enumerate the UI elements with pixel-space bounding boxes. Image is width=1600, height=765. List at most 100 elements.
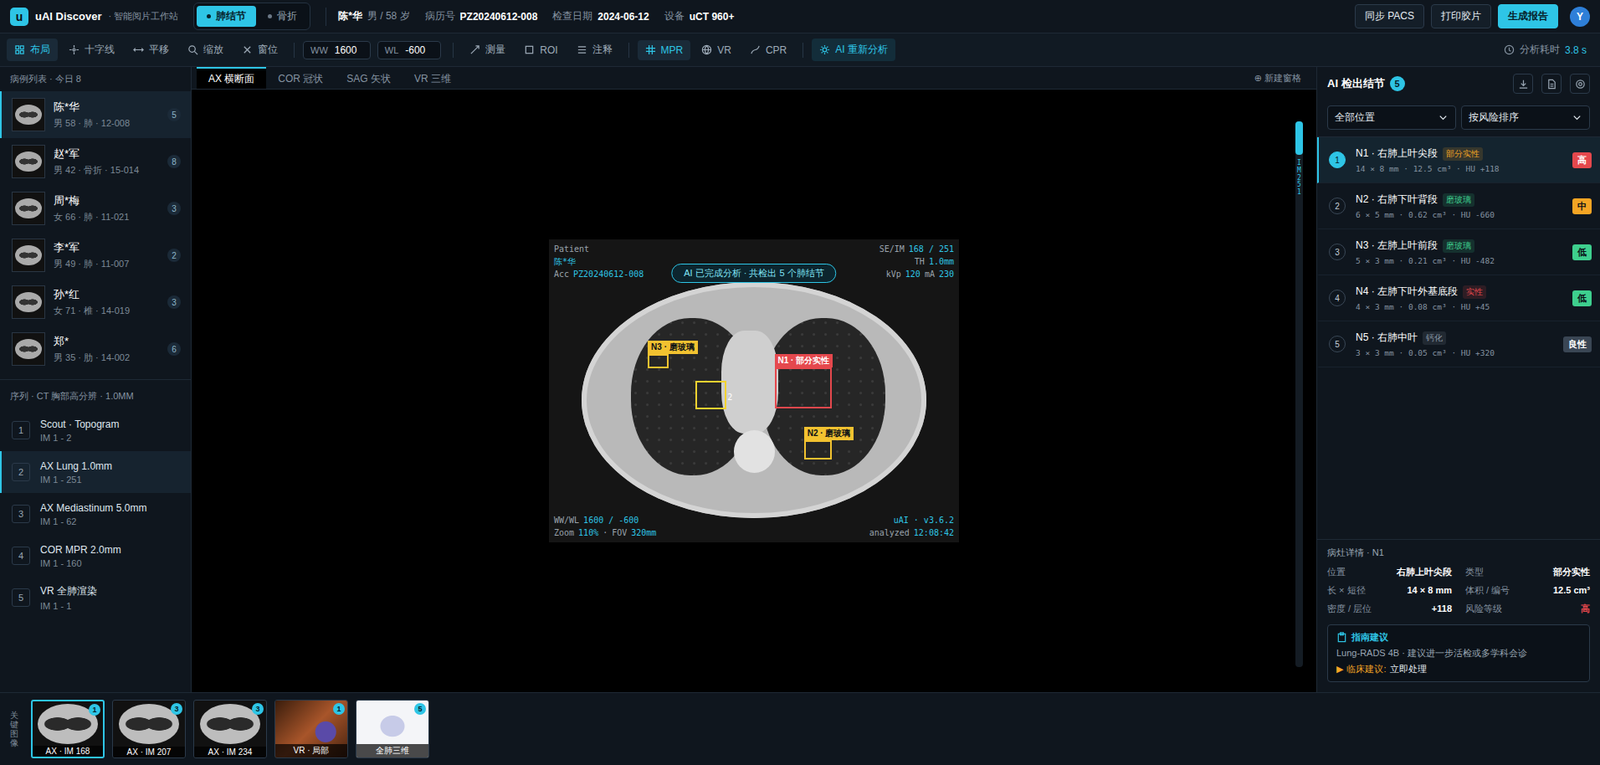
tool-button[interactable]: 布局	[6, 38, 58, 62]
overlay-text: 120	[905, 269, 921, 279]
case-item[interactable]: 郑* 男 35 · 肋 · 14-002 6	[0, 325, 191, 373]
nodule-item[interactable]: 4 N4 · 左肺下叶外基底段 实性 4 × 3 mm · 0.08 cm³ ·…	[1317, 275, 1600, 322]
key-image-thumbnail[interactable]: 5 全肺三维	[355, 699, 430, 759]
report-button[interactable]	[1541, 73, 1562, 94]
nodule-list: 1 N1 · 右肺上叶尖段 部分实性 14 × 8 mm · 12.5 cm³ …	[1317, 136, 1600, 368]
window-field[interactable]: WL -600	[377, 41, 442, 60]
nodule-item[interactable]: 1 N1 · 右肺上叶尖段 部分实性 14 × 8 mm · 12.5 cm³ …	[1317, 137, 1600, 184]
viewport[interactable]: N3 · 磨玻璃2N1 · 部分实性N2 · 磨玻璃 AI 已完成分析 · 共检…	[191, 89, 1317, 693]
key-image-thumbnail[interactable]: 1 AX · IM 168	[30, 699, 105, 759]
view-tab[interactable]: SAG 矢状	[334, 66, 403, 89]
guideline-title: 指南建议	[1336, 630, 1581, 644]
series-text: Scout · Topogram IM 1 - 2	[40, 418, 181, 443]
header-button[interactable]: 生成报告	[1497, 4, 1559, 29]
new-pane-button[interactable]: ⊕ 新建窗格	[1244, 66, 1312, 89]
viewer-area: AX 横断面COR 冠状SAG 矢状VR 三维 ⊕ 新建窗格 N3 · 磨玻璃 2…	[191, 66, 1317, 693]
detail-label: 体积 / 编号	[1465, 584, 1510, 597]
overlay-text: uAI · v3.6.2	[893, 515, 954, 525]
tool-label: MPR	[661, 44, 684, 57]
gear-icon	[1574, 78, 1586, 90]
risk-badge: 低	[1572, 290, 1592, 307]
view-tabs: AX 横断面COR 冠状SAG 矢状VR 三维 ⊕ 新建窗格	[191, 66, 1317, 90]
tool-button[interactable]: 缩放	[179, 38, 231, 62]
series-name: VR 全肺渲染	[40, 584, 181, 599]
series-item[interactable]: 1 Scout · Topogram IM 1 - 2	[0, 409, 191, 452]
nodule-item[interactable]: 5 N5 · 右肺中叶 钙化 3 × 3 mm · 0.05 cm³ · HU …	[1317, 321, 1600, 368]
key-image-thumbnail[interactable]: 3 AX · IM 207	[112, 699, 186, 759]
series-number: 4	[11, 546, 31, 565]
nodule-item[interactable]: 3 N3 · 左肺上叶前段 磨玻璃 5 × 3 mm · 0.21 cm³ · …	[1317, 229, 1600, 276]
export-button[interactable]	[1512, 73, 1534, 94]
mode-tab[interactable]: 肺结节	[196, 5, 257, 27]
case-item[interactable]: 陈*华 男 58 · 肺 · 12-008 5	[0, 91, 191, 139]
case-item[interactable]: 周*梅 女 66 · 肺 · 11-021 3	[0, 184, 191, 232]
key-image-thumbnail[interactable]: 3 AX · IM 234	[193, 699, 267, 759]
overlay-text: 陈*华	[553, 256, 576, 267]
series-item[interactable]: 2 AX Lung 1.0mm IM 1 - 251	[0, 451, 191, 493]
ai-reanalyze-button[interactable]: AI 重新分析	[811, 38, 896, 62]
filter-select[interactable]: 全部位置	[1327, 105, 1457, 130]
nodule-number: 2	[1328, 197, 1346, 215]
mode-tab[interactable]: 骨折	[257, 5, 308, 27]
detail-value: 部分实性	[1553, 565, 1590, 579]
details-title: 病灶详情 · N1	[1327, 546, 1590, 559]
view-mode-button[interactable]: CPR	[742, 40, 795, 61]
view-mode-button[interactable]: MPR	[637, 40, 692, 61]
nodule-marker[interactable]: N1 · 部分实性	[774, 367, 832, 409]
strip-label: 关键图像	[10, 710, 19, 748]
overlay-text: kVp	[886, 269, 902, 279]
overlay-text: 12:08:42	[913, 528, 954, 538]
overlay-text: 168 / 251	[908, 244, 954, 254]
tool-button[interactable]: 窗位	[234, 38, 286, 62]
case-name: 赵*军	[53, 146, 159, 162]
detail-label: 位置	[1327, 565, 1346, 579]
header-button[interactable]: 打印胶片	[1430, 4, 1492, 29]
view-tab[interactable]: AX 横断面	[196, 66, 267, 89]
settings-button[interactable]	[1569, 73, 1590, 94]
tool-button[interactable]: 十字线	[61, 38, 123, 62]
case-name: 陈*华	[53, 99, 159, 115]
ct-image[interactable]: N3 · 磨玻璃2N1 · 部分实性N2 · 磨玻璃 AI 已完成分析 · 共检…	[548, 239, 959, 543]
marker-label: N3 · 磨玻璃	[647, 340, 698, 354]
guideline-title-text: 指南建议	[1351, 630, 1389, 644]
window-field[interactable]: WW 1600	[302, 41, 371, 60]
detail-value: 高	[1580, 602, 1590, 616]
view-tab[interactable]: COR 冠状	[266, 66, 335, 89]
tool-button[interactable]: ROI	[516, 40, 565, 61]
nodule-text: N5 · 右肺中叶 钙化 3 × 3 mm · 0.05 cm³ · HU +3…	[1355, 330, 1554, 358]
series-item[interactable]: 3 AX Mediastinum 5.0mm IM 1 - 62	[0, 492, 191, 535]
tool-button[interactable]: 注释	[569, 38, 621, 62]
slice-scroll-thumb[interactable]	[1295, 121, 1303, 155]
timing-label: 分析耗时	[1519, 42, 1560, 57]
case-item[interactable]: 赵*军 男 42 · 骨折 · 15-014 8	[0, 138, 191, 185]
case-item[interactable]: 孙*红 女 71 · 椎 · 14-019 3	[0, 278, 191, 326]
tool-button[interactable]: 平移	[125, 38, 177, 62]
nodule-marker[interactable]: 2	[695, 380, 727, 410]
user-avatar[interactable]: Y	[1569, 6, 1590, 27]
slice-scrollbar[interactable]: IM 251	[1295, 121, 1303, 667]
nodule-type-tag: 钙化	[1422, 331, 1447, 345]
notes-icon	[576, 44, 588, 56]
panel-header: AI 检出结节 5	[1317, 66, 1600, 101]
header-button[interactable]: 同步 PACS	[1354, 4, 1425, 29]
view-mode-button[interactable]: VR	[693, 40, 739, 61]
view-tab[interactable]: VR 三维	[402, 66, 463, 89]
nodule-title: N3 · 左肺上叶前段	[1355, 238, 1438, 253]
timing-value: 3.8 s	[1564, 44, 1587, 57]
filter-select[interactable]: 按风险排序	[1461, 105, 1590, 130]
series-item[interactable]: 5 VR 全肺渲染 IM 1 - 1	[0, 576, 191, 619]
key-image-thumbnail[interactable]: 1 VR · 局部	[274, 699, 349, 759]
nodule-title-row: N4 · 左肺下叶外基底段 实性	[1355, 284, 1563, 299]
field-value: uCT 960+	[689, 10, 735, 23]
tool-button[interactable]: 测量	[461, 38, 513, 62]
nodule-metrics: 5 × 3 mm · 0.21 cm³ · HU -482	[1355, 256, 1563, 266]
field-label: 设备	[664, 9, 685, 24]
series-number: 5	[11, 588, 31, 607]
series-item[interactable]: 4 COR MPR 2.0mm IM 1 - 160	[0, 534, 191, 577]
nodule-item[interactable]: 2 N2 · 右肺下叶背段 磨玻璃 6 × 5 mm · 0.62 cm³ · …	[1317, 183, 1600, 230]
detail-value: 右肺上叶尖段	[1396, 565, 1452, 579]
series-number: 3	[11, 504, 31, 524]
nodule-marker[interactable]: N2 · 磨玻璃	[804, 440, 832, 460]
case-item[interactable]: 李*军 男 49 · 肺 · 11-007 2	[0, 231, 191, 279]
nodule-marker[interactable]: N3 · 磨玻璃	[647, 353, 669, 369]
